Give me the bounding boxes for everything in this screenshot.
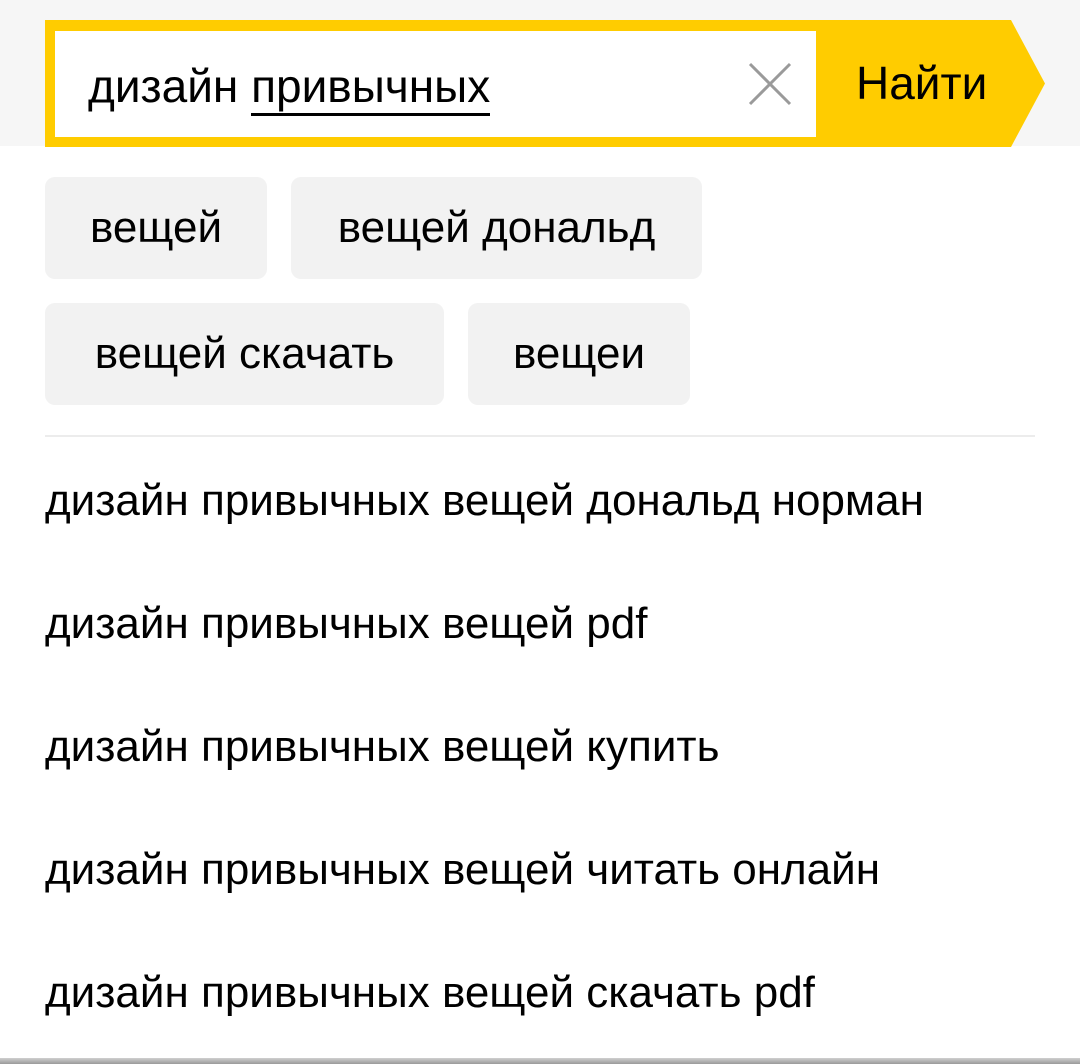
chip-suggestion[interactable]: вещей xyxy=(45,177,267,279)
suggestion-item[interactable]: дизайн привычных вещей скачать pdf xyxy=(45,938,1035,1048)
suggestion-item[interactable]: дизайн привычных вещей читать онлайн xyxy=(45,815,1035,925)
chip-suggestion[interactable]: вещеи xyxy=(468,303,690,405)
query-current-word: привычных xyxy=(251,60,491,116)
suggestion-item[interactable]: дизайн привычных вещей дональд норман xyxy=(45,446,1035,556)
search-input[interactable]: дизайн привычных xyxy=(55,31,816,137)
suggestion-item[interactable]: дизайн привычных вещей pdf xyxy=(45,569,1035,679)
search-query-text: дизайн привычных xyxy=(88,60,491,116)
search-bar: дизайн привычных Найти xyxy=(45,20,1045,147)
chip-suggestion[interactable]: вещей скачать xyxy=(45,303,444,405)
suggestion-item[interactable]: дизайн привычных вещей купить xyxy=(45,692,1035,802)
close-icon xyxy=(748,62,792,106)
find-button[interactable]: Найти xyxy=(816,20,1045,147)
find-button-label: Найти xyxy=(856,57,988,109)
chip-suggestion[interactable]: вещей дональд xyxy=(291,177,702,279)
divider xyxy=(45,435,1035,437)
bottom-edge-shadow xyxy=(0,1058,1080,1064)
clear-button[interactable] xyxy=(747,61,793,107)
query-prefix: дизайн xyxy=(88,60,252,112)
